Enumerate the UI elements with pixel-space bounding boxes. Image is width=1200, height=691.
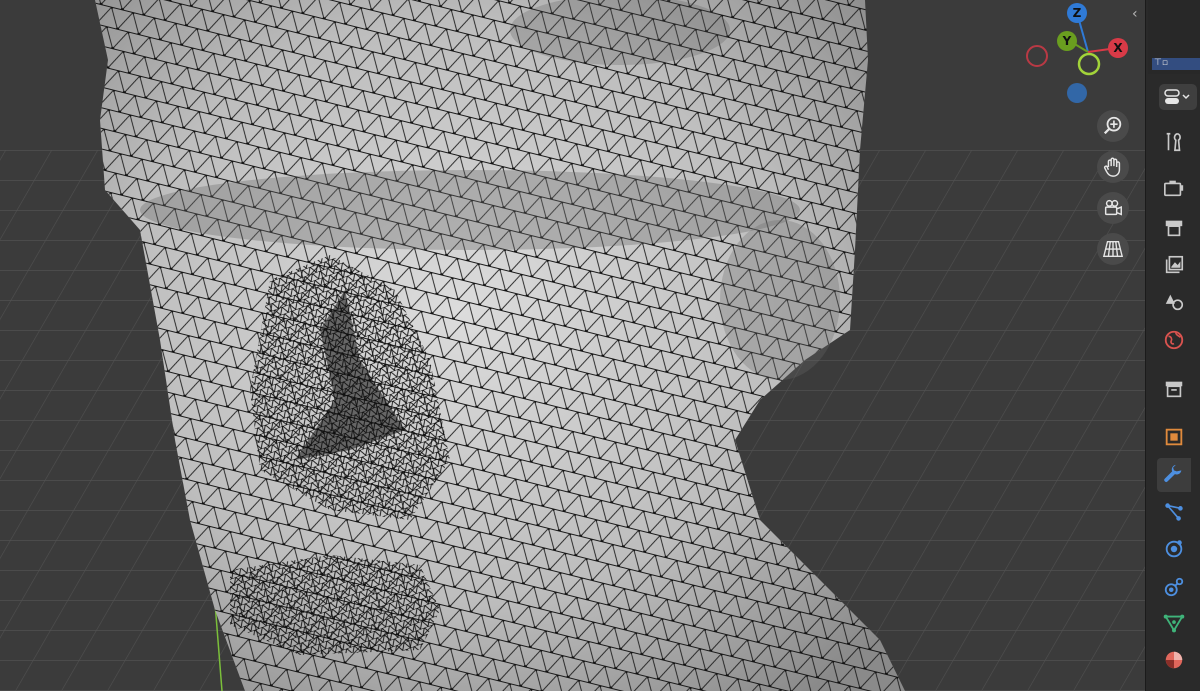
zoom-icon (1103, 116, 1122, 135)
properties-editor-icon (1164, 89, 1190, 104)
tab-particles[interactable] (1157, 495, 1191, 529)
editor-type-dropdown[interactable] (1159, 84, 1197, 110)
wrench-icon (1164, 464, 1182, 482)
constraints-icon (1164, 577, 1184, 597)
object-square-icon (1165, 428, 1183, 446)
tab-constraints[interactable] (1157, 570, 1191, 604)
x-axis-handle[interactable]: X (1108, 38, 1128, 58)
tab-physics[interactable] (1157, 532, 1191, 566)
tool-icon (1166, 132, 1181, 152)
properties-editor: ⊤▫ (1145, 0, 1200, 691)
tab-tool[interactable] (1157, 125, 1191, 159)
pan-button[interactable] (1097, 151, 1129, 183)
physics-orbit-icon (1165, 540, 1183, 558)
tab-data[interactable] (1157, 606, 1191, 640)
y-axis-handle[interactable]: Y (1057, 31, 1077, 51)
tab-object[interactable] (1157, 420, 1191, 454)
pan-hand-icon (1104, 157, 1121, 177)
mesh-data-icon (1163, 614, 1185, 633)
perspective-grid-icon (1102, 240, 1124, 258)
tab-modifier[interactable] (1157, 458, 1191, 492)
z-axis-handle[interactable]: Z (1067, 3, 1087, 23)
perspective-toggle-button[interactable] (1097, 233, 1129, 265)
tab-collection[interactable] (1157, 372, 1191, 406)
3d-viewport[interactable]: Z Y X ‹ (0, 0, 1145, 691)
navigation-gizmo[interactable]: Z Y X (1020, 0, 1135, 110)
viewport-scene (0, 0, 1145, 691)
tab-material[interactable] (1157, 643, 1191, 677)
camera-view-button[interactable] (1097, 192, 1129, 224)
view-layer-icon (1165, 255, 1184, 274)
tab-scene[interactable] (1157, 285, 1191, 319)
neg-z-axis-handle (1067, 83, 1087, 103)
tab-view-layer[interactable] (1157, 248, 1191, 282)
zoom-button[interactable] (1097, 110, 1129, 142)
particles-icon (1165, 503, 1183, 521)
outliner-preview[interactable]: ⊤▫ (1148, 0, 1200, 74)
tab-render[interactable] (1157, 171, 1191, 205)
neg-y-axis-handle (1077, 52, 1101, 76)
output-printer-icon (1165, 220, 1183, 237)
neg-x-axis-handle (1026, 45, 1048, 67)
camera-view-icon (1104, 199, 1122, 216)
outliner-row-icon: ⊤▫ (1154, 58, 1168, 68)
tab-world[interactable] (1157, 323, 1191, 357)
sidebar-toggle-icon[interactable]: ‹ (1132, 6, 1138, 22)
tab-output[interactable] (1157, 211, 1191, 245)
world-globe-icon (1164, 330, 1184, 350)
collection-box-icon (1165, 381, 1183, 398)
render-camera-icon (1164, 180, 1184, 197)
scene-icon (1165, 294, 1184, 311)
material-sphere-icon (1165, 651, 1183, 669)
